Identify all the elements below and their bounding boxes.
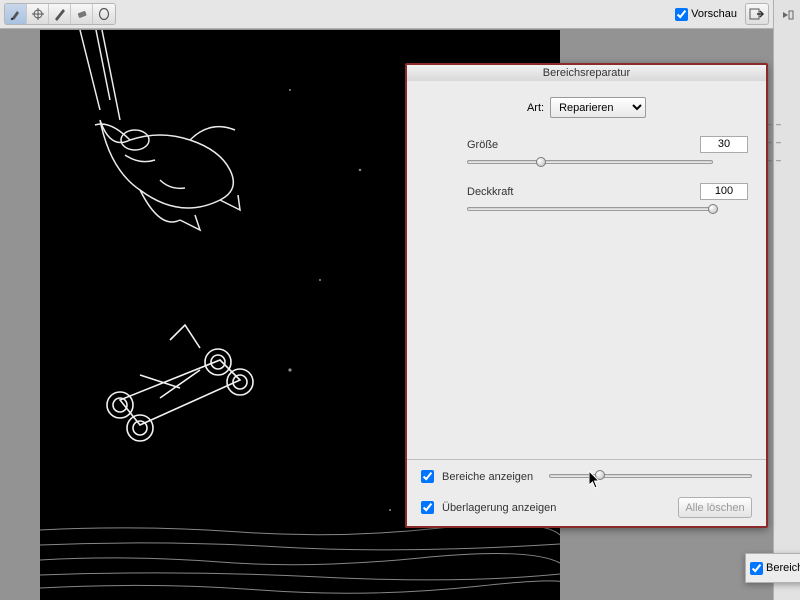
panel-handle-icon[interactable]: [780, 10, 794, 20]
eraser-icon: [75, 7, 89, 21]
options-bar: Vorschau: [0, 0, 773, 29]
preview-checkbox[interactable]: [675, 8, 688, 21]
export-icon: [749, 7, 765, 21]
show-overlay-row: Überlagerung anzeigen Alle löschen: [421, 497, 752, 518]
show-overlay-checkbox[interactable]: [421, 501, 434, 514]
type-row: Art: Reparieren: [425, 97, 748, 118]
type-select[interactable]: Reparieren: [550, 97, 646, 118]
preview-label: Vorschau: [691, 8, 737, 20]
side-areas-checkbox[interactable]: [750, 562, 763, 575]
side-areas-panel: Bereiche: [745, 553, 800, 583]
opacity-slider-handle[interactable]: [708, 204, 718, 214]
pen-tool[interactable]: [49, 4, 71, 24]
opacity-slider[interactable]: [467, 204, 713, 218]
size-label: Größe: [467, 139, 700, 151]
opacity-label: Deckkraft: [467, 186, 700, 198]
size-value[interactable]: 30: [700, 136, 748, 153]
preview-checkbox-wrap[interactable]: Vorschau: [675, 8, 737, 21]
show-overlay-label: Überlagerung anzeigen: [442, 502, 556, 514]
side-areas-label: Bereiche: [766, 562, 800, 574]
show-areas-label: Bereiche anzeigen: [442, 471, 533, 483]
dialog-footer: Bereiche anzeigen Überlagerung anzeigen …: [407, 460, 766, 528]
size-slider[interactable]: [467, 157, 713, 171]
dialog-title: Bereichsreparatur: [407, 65, 766, 81]
opacity-value[interactable]: 100: [700, 183, 748, 200]
type-label: Art:: [527, 102, 544, 114]
dialog-body: Art: Reparieren Größe 30 Deckkraft 100: [407, 81, 766, 460]
crosshair-tool[interactable]: [27, 4, 49, 24]
tool-group: [4, 3, 116, 25]
show-areas-checkbox[interactable]: [421, 470, 434, 483]
brush-tool[interactable]: [5, 4, 27, 24]
size-slider-handle[interactable]: [536, 157, 546, 167]
ellipse-icon: [97, 7, 111, 21]
areas-slider-handle[interactable]: [595, 470, 605, 480]
export-button[interactable]: [745, 3, 769, 25]
pen-icon: [53, 7, 67, 21]
crosshair-icon: [31, 7, 45, 21]
opacity-row: Deckkraft 100: [425, 183, 748, 200]
eraser-tool[interactable]: [71, 4, 93, 24]
right-sidepanel: [773, 0, 800, 600]
spot-repair-dialog: Bereichsreparatur Art: Reparieren Größe …: [405, 63, 768, 528]
ellipse-tool[interactable]: [93, 4, 115, 24]
areas-slider[interactable]: [549, 474, 752, 480]
size-row: Größe 30: [425, 136, 748, 153]
delete-all-button[interactable]: Alle löschen: [678, 497, 752, 518]
show-areas-row: Bereiche anzeigen: [421, 470, 752, 483]
brush-icon: [9, 7, 23, 21]
